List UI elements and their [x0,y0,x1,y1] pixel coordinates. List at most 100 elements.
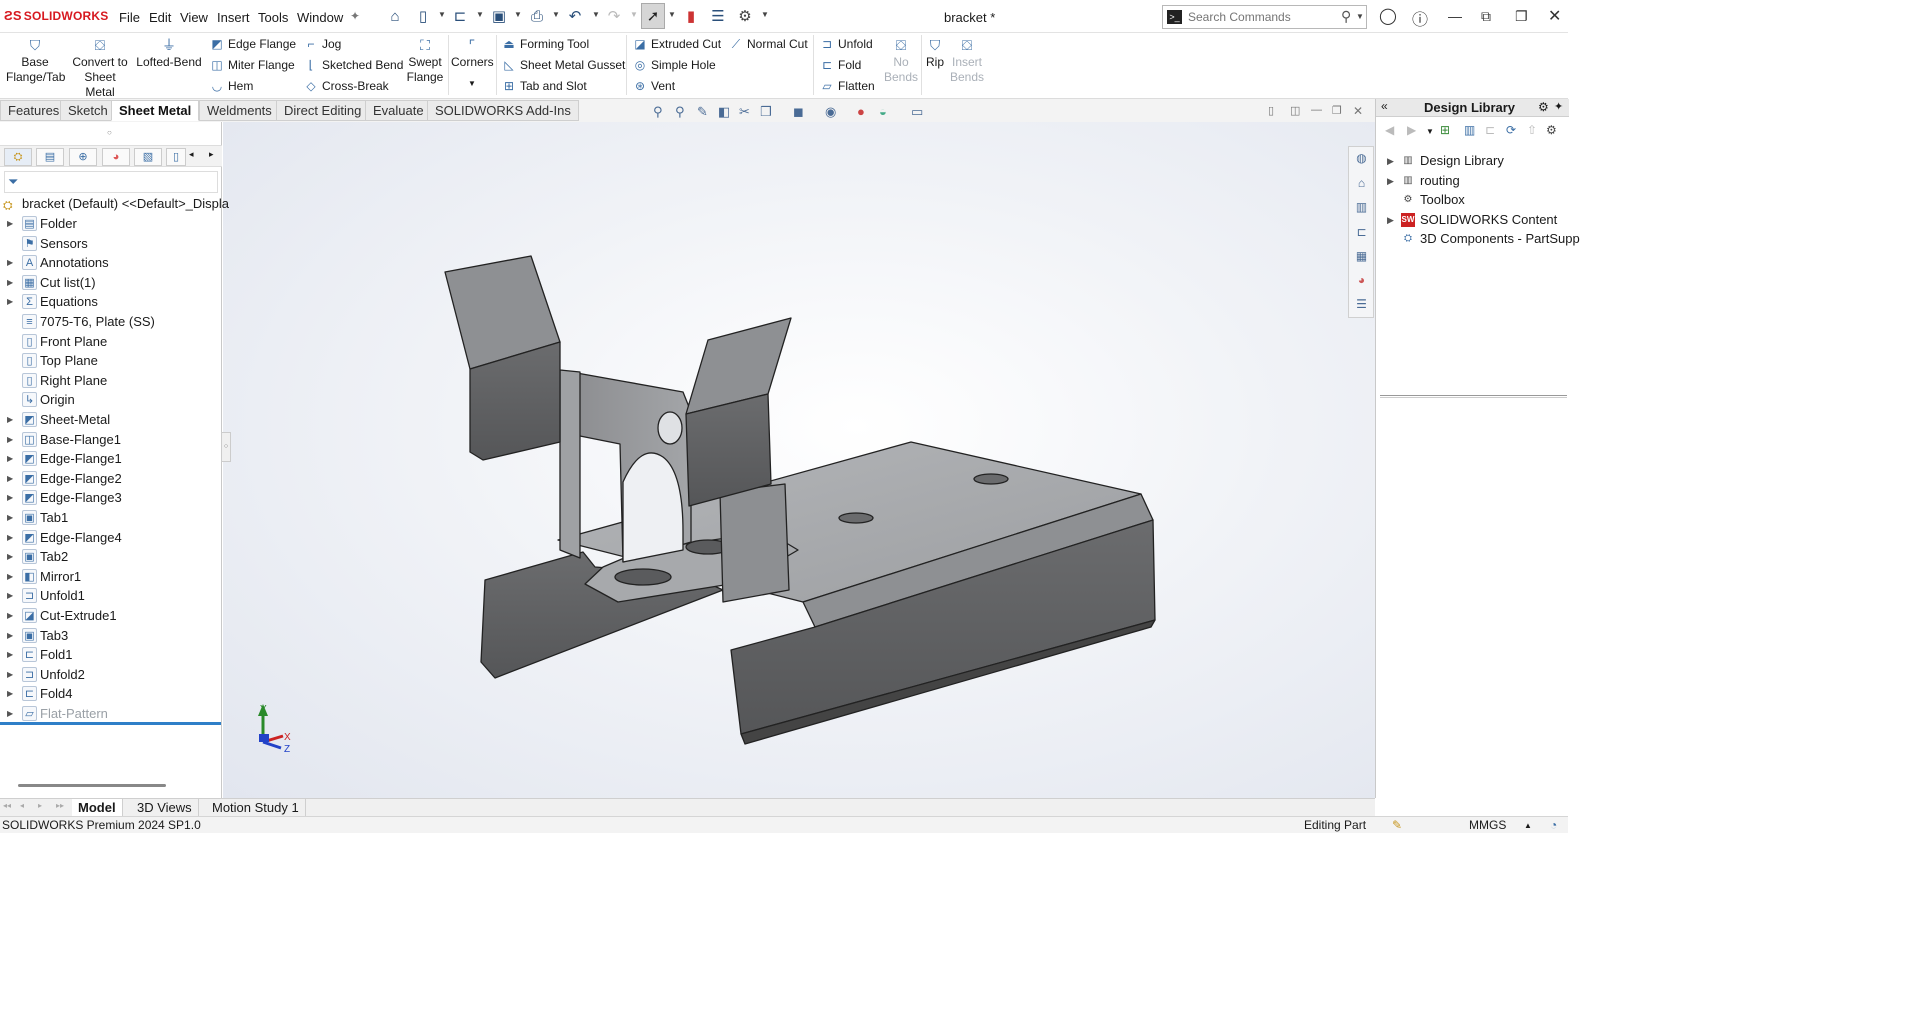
corners-button[interactable]: ⌜ Corners ▼ [451,37,494,91]
expand-icon[interactable]: ▶ [7,488,13,507]
display-style-icon[interactable]: ◼ [793,104,804,120]
graphics-area[interactable]: Y X Z [223,122,1375,798]
expand-icon[interactable]: ▶ [7,253,13,272]
sheet-metal-gusset-button[interactable]: ◺ Sheet Metal Gusset [501,55,625,75]
scroll-left-icon[interactable]: ◂ [189,149,194,160]
next-tab-icon[interactable]: ▸ [38,801,42,810]
tile-icon[interactable]: ⧉ [1481,8,1491,25]
more-tab-icon[interactable]: ▯ [166,148,186,166]
scene-icon[interactable]: ◒ [879,104,887,119]
chevron-down-icon[interactable]: ▼ [1356,12,1364,21]
expand-icon[interactable]: ▶ [7,704,13,723]
refresh-icon[interactable]: ⟳ [1506,123,1516,137]
view-settings-icon[interactable]: ▭ [911,104,923,120]
chevron-down-icon[interactable]: ▼ [552,10,560,19]
no-bends-button[interactable]: ⛋ No Bends [884,37,918,85]
expand-icon[interactable]: ▶ [1387,171,1394,191]
expand-icon[interactable]: ▶ [7,626,13,645]
pin-icon[interactable]: ✦ [346,7,364,25]
chevron-down-icon[interactable]: ▼ [514,10,522,19]
simple-hole-button[interactable]: ◎ Simple Hole [632,55,716,75]
custom-properties-icon[interactable]: ☰ [1353,296,1370,313]
add-to-library-icon[interactable]: ⊞ [1440,123,1450,137]
design-library-icon[interactable]: ▥ [1353,199,1370,216]
zoom-area-icon[interactable]: ⚲ [675,104,685,120]
pane-splitter[interactable] [1380,395,1567,398]
home-icon[interactable]: ⌂ [386,7,404,25]
undo-icon[interactable]: ↶ [566,7,584,25]
expand-icon[interactable]: ▶ [7,606,13,625]
chevron-down-icon[interactable]: ▼ [668,10,676,19]
tab-motion-study[interactable]: Motion Study 1 [206,799,306,817]
sketched-bend-button[interactable]: ⌊ Sketched Bend [303,55,404,75]
chevron-down-icon[interactable]: ▼ [592,10,600,19]
tab-model[interactable]: Model [72,799,123,817]
pin-icon[interactable]: ✦ [1554,100,1563,113]
chevron-down-icon[interactable]: ▼ [451,76,493,91]
insert-bends-button[interactable]: ⛋ Insert Bends [948,37,986,85]
file-explorer-icon[interactable]: ⊏ [1353,224,1370,241]
tab-weldments[interactable]: Weldments [199,100,280,121]
tab-evaluate[interactable]: Evaluate [365,100,432,121]
display-manager-tab-icon[interactable]: ◕ [102,148,130,166]
configuration-manager-tab-icon[interactable]: ⊕ [69,148,97,166]
help-icon[interactable]: ⓘ [1412,6,1428,30]
expand-icon[interactable]: ▶ [1387,151,1394,171]
add-file-location-icon[interactable]: ▥ [1464,123,1475,137]
expand-icon[interactable]: ▶ [7,410,13,429]
last-tab-icon[interactable]: ▸▸ [56,801,64,810]
gear-icon[interactable]: ⚙ [1538,100,1549,114]
menu-tools[interactable]: Tools [258,10,288,25]
create-new-folder-icon[interactable]: ⊏ [1485,123,1495,137]
chevron-down-icon[interactable]: ▼ [1426,127,1434,136]
chevron-down-icon[interactable]: ▼ [438,10,446,19]
toolbox-icon[interactable]: ⚙ [1546,123,1557,137]
status-units[interactable]: MMGS [1469,817,1506,834]
edge-flange-button[interactable]: ◩ Edge Flange [209,34,296,54]
expand-icon[interactable]: ▶ [7,567,13,586]
rebuild-status-icon[interactable]: ✎ [1392,817,1402,834]
status-info-icon[interactable]: ◔ [1550,817,1557,834]
miter-flange-button[interactable]: ◫ Miter Flange [209,55,294,75]
normal-cut-button[interactable]: ⟋ Normal Cut [728,34,808,54]
redo-icon[interactable]: ↷ [605,7,623,25]
prev-tab-icon[interactable]: ◂ [20,801,24,810]
save-icon[interactable]: ▣ [490,7,508,25]
tab-features[interactable]: Features [0,100,68,121]
view-palette-icon[interactable]: ▦ [1353,248,1370,265]
chevron-down-icon[interactable]: ▼ [630,10,638,19]
print-icon[interactable]: ⎙ [528,7,546,25]
solidworks-logo[interactable]: ƧS SOLIDWORKS [4,8,108,23]
swept-flange-button[interactable]: ⛶ Swept Flange [405,37,445,85]
rip-button[interactable]: ⛉ Rip [924,37,946,70]
open-folder-icon[interactable]: ⊏ [451,7,469,25]
expand-icon[interactable]: ▶ [7,586,13,605]
search-icon[interactable]: ⚲ [1341,8,1351,25]
expand-icon[interactable]: ▶ [7,449,13,468]
section-view-icon[interactable]: ◧ [718,104,730,120]
minimize-view-icon[interactable]: — [1311,104,1322,116]
menu-window[interactable]: Window [297,10,343,25]
tab-and-slot-button[interactable]: ⊞ Tab and Slot [501,76,587,96]
lofted-bend-button[interactable]: ⏚ Lofted-Bend [135,37,203,70]
dynamic-annotation-icon[interactable]: ✂ [739,104,750,120]
close-view-icon[interactable]: ✕ [1353,104,1363,118]
unfold-button[interactable]: ⊐ Unfold [819,34,873,54]
split-view-icon[interactable]: ▯ [1268,104,1274,117]
fold-button[interactable]: ⊏ Fold [819,55,861,75]
base-flange-button[interactable]: ⛉ Base Flange/Tab [6,37,65,85]
expand-icon[interactable]: ▶ [7,214,13,233]
rollback-bar[interactable] [0,722,221,725]
home-icon[interactable]: ⌂ [1353,175,1370,192]
tab-sketch[interactable]: Sketch [60,100,116,121]
minimize-icon[interactable]: — [1448,8,1462,24]
zoom-to-fit-icon[interactable]: ⚲ [653,104,663,120]
forming-tool-button[interactable]: ⏏ Forming Tool [501,34,589,54]
expand-icon[interactable]: ▶ [7,684,13,703]
expand-icon[interactable]: ▶ [7,508,13,527]
chevron-down-icon[interactable]: ▼ [476,10,484,19]
previous-view-icon[interactable]: ✎ [697,104,708,120]
forward-icon[interactable]: ▶ [1407,123,1416,137]
expand-icon[interactable]: ▶ [7,430,13,449]
panel-collapse-handle[interactable]: ○ [107,128,112,137]
